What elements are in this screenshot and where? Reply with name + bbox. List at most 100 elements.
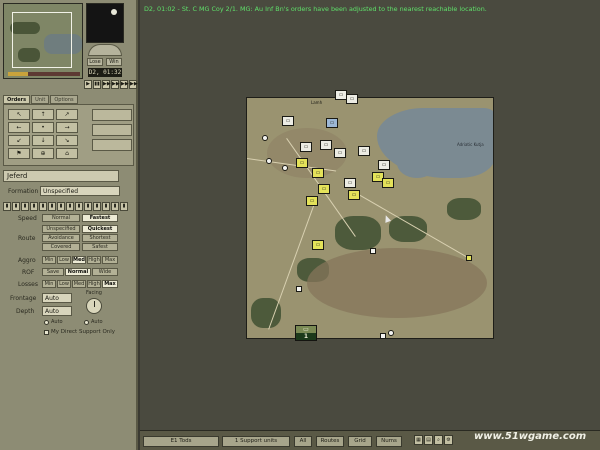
unit-tool-icon[interactable]: ▮ bbox=[12, 202, 20, 211]
order-button[interactable]: ↘ bbox=[56, 135, 78, 146]
order-button[interactable]: ↙ bbox=[8, 135, 30, 146]
map-unit[interactable]: ▭ bbox=[300, 142, 312, 152]
aggro-option-high[interactable]: High bbox=[87, 256, 101, 264]
pause-button[interactable]: ▮▮ bbox=[93, 80, 101, 89]
direct-support-checkbox[interactable] bbox=[44, 330, 49, 335]
facing-auto-radio[interactable] bbox=[84, 320, 89, 325]
play-button[interactable]: ▶ bbox=[84, 80, 92, 89]
nums-button[interactable]: Nums bbox=[376, 436, 402, 447]
order-side-button[interactable] bbox=[92, 109, 132, 121]
order-button[interactable]: ↑ bbox=[32, 109, 54, 120]
unit-tool-icon[interactable]: ▮ bbox=[120, 202, 128, 211]
formation-field[interactable]: Unspecified bbox=[40, 186, 120, 196]
tab-orders[interactable]: Orders bbox=[3, 95, 31, 104]
order-button[interactable]: ⊕ bbox=[32, 148, 54, 159]
map-unit[interactable]: ▭ bbox=[306, 196, 318, 206]
losses-option-med[interactable]: Med bbox=[72, 280, 86, 288]
aggro-option-max[interactable]: Max bbox=[102, 256, 118, 264]
map-marker[interactable] bbox=[296, 286, 302, 292]
tab-unit[interactable]: Unit bbox=[31, 95, 50, 104]
map-unit[interactable]: ▭ bbox=[348, 190, 360, 200]
speed-button-1[interactable]: ▶▶ bbox=[102, 80, 111, 89]
map-marker[interactable] bbox=[282, 165, 288, 171]
objective-marker[interactable] bbox=[466, 255, 472, 261]
aggro-option-min[interactable]: Min bbox=[42, 256, 56, 264]
unit-tool-icon[interactable]: ▮ bbox=[3, 202, 11, 211]
route-option-avoidance[interactable]: Avoidance bbox=[42, 234, 80, 242]
route-option-covered[interactable]: Covered bbox=[42, 243, 80, 251]
speed-button-4[interactable]: ▶▶ bbox=[129, 80, 138, 89]
order-button[interactable]: ↖ bbox=[8, 109, 30, 120]
unit-tool-icon[interactable]: ▮ bbox=[21, 202, 29, 211]
losses-option-high[interactable]: High bbox=[87, 280, 101, 288]
battle-map[interactable]: Lamh Adriatic Kutja bbox=[246, 97, 494, 339]
order-button[interactable]: • bbox=[32, 122, 54, 133]
map-unit[interactable]: ▭ bbox=[312, 240, 324, 250]
route-option-quickest[interactable]: Quickest bbox=[82, 225, 118, 233]
order-button[interactable]: ← bbox=[8, 122, 30, 133]
order-button[interactable]: ↓ bbox=[32, 135, 54, 146]
map-unit[interactable]: ▭ bbox=[346, 94, 358, 104]
selected-unit-counter[interactable]: ▭ 1 bbox=[295, 325, 317, 341]
aggro-option-low[interactable]: Low bbox=[57, 256, 71, 264]
rof-option-save[interactable]: Save bbox=[42, 268, 64, 276]
route-option-shortest[interactable]: Shortest bbox=[82, 234, 118, 242]
route-option-unspecified[interactable]: Unspecified bbox=[42, 225, 80, 233]
unit-tool-icon[interactable]: ▮ bbox=[93, 202, 101, 211]
unit-tool-icon[interactable]: ▮ bbox=[66, 202, 74, 211]
map-unit[interactable]: ▭ bbox=[378, 160, 390, 170]
map-view-icon[interactable]: ▤ bbox=[424, 435, 433, 445]
rof-option-wide[interactable]: Wide bbox=[92, 268, 118, 276]
order-button[interactable]: ⌂ bbox=[56, 148, 78, 159]
speed-option-fastest[interactable]: Fastest bbox=[82, 214, 118, 222]
losses-option-min[interactable]: Min bbox=[42, 280, 56, 288]
map-unit[interactable]: ▭ bbox=[382, 178, 394, 188]
order-side-button[interactable] bbox=[92, 124, 132, 136]
speed-button-3[interactable]: ▶▶ bbox=[120, 80, 129, 89]
map-marker[interactable] bbox=[266, 158, 272, 164]
unit-tool-icon[interactable]: ▮ bbox=[102, 202, 110, 211]
settings-icon[interactable]: ⚙ bbox=[444, 435, 453, 445]
grid-button[interactable]: Grid bbox=[348, 436, 372, 447]
grid-view-icon[interactable]: ▦ bbox=[414, 435, 423, 445]
force-button[interactable]: E1 Tods bbox=[143, 436, 219, 447]
map-unit[interactable]: ▭ bbox=[334, 148, 346, 158]
map-unit[interactable]: ▭ bbox=[318, 184, 330, 194]
unit-tool-icon[interactable]: ▮ bbox=[111, 202, 119, 211]
unit-tool-icon[interactable]: ▮ bbox=[75, 202, 83, 211]
losses-option-low[interactable]: Low bbox=[57, 280, 71, 288]
speed-option-normal[interactable]: Normal bbox=[42, 214, 80, 222]
map-marker[interactable] bbox=[380, 333, 386, 339]
map-marker[interactable] bbox=[262, 135, 268, 141]
unit-tool-icon[interactable]: ▮ bbox=[48, 202, 56, 211]
order-button[interactable]: ↗ bbox=[56, 109, 78, 120]
unit-tool-icon[interactable]: ▮ bbox=[39, 202, 47, 211]
frontage-auto-radio[interactable] bbox=[44, 320, 49, 325]
map-unit[interactable]: ▭ bbox=[282, 116, 294, 126]
minimap-view-frame[interactable] bbox=[12, 12, 72, 68]
support-units-button[interactable]: 1 Support units bbox=[222, 436, 290, 447]
order-button[interactable]: → bbox=[56, 122, 78, 133]
aggro-option-med[interactable]: Med bbox=[72, 256, 86, 264]
map-unit[interactable]: ▭ bbox=[312, 168, 324, 178]
route-option-safest[interactable]: Safest bbox=[82, 243, 118, 251]
frontage-field[interactable]: Auto bbox=[42, 293, 72, 303]
tab-options[interactable]: Options bbox=[50, 95, 78, 104]
map-unit[interactable]: ▭ bbox=[296, 158, 308, 168]
map-marker[interactable] bbox=[370, 248, 376, 254]
minimap[interactable] bbox=[3, 3, 83, 79]
losses-option-max[interactable]: Max bbox=[102, 280, 118, 288]
unit-tool-icon[interactable]: ▮ bbox=[57, 202, 65, 211]
depth-field[interactable]: Auto bbox=[42, 306, 72, 316]
unit-tool-icon[interactable]: ▮ bbox=[30, 202, 38, 211]
map-unit[interactable]: ▭ bbox=[358, 146, 370, 156]
rof-option-normal[interactable]: Normal bbox=[65, 268, 91, 276]
facing-dial[interactable] bbox=[86, 298, 102, 314]
zoom-icon[interactable]: ⌕ bbox=[434, 435, 443, 445]
map-unit[interactable]: ▭ bbox=[320, 140, 332, 150]
order-side-button[interactable] bbox=[92, 139, 132, 151]
unit-tool-icon[interactable]: ▮ bbox=[84, 202, 92, 211]
map-unit[interactable]: ▭ bbox=[344, 178, 356, 188]
routes-button[interactable]: Routes bbox=[316, 436, 344, 447]
order-button[interactable]: ⚑ bbox=[8, 148, 30, 159]
